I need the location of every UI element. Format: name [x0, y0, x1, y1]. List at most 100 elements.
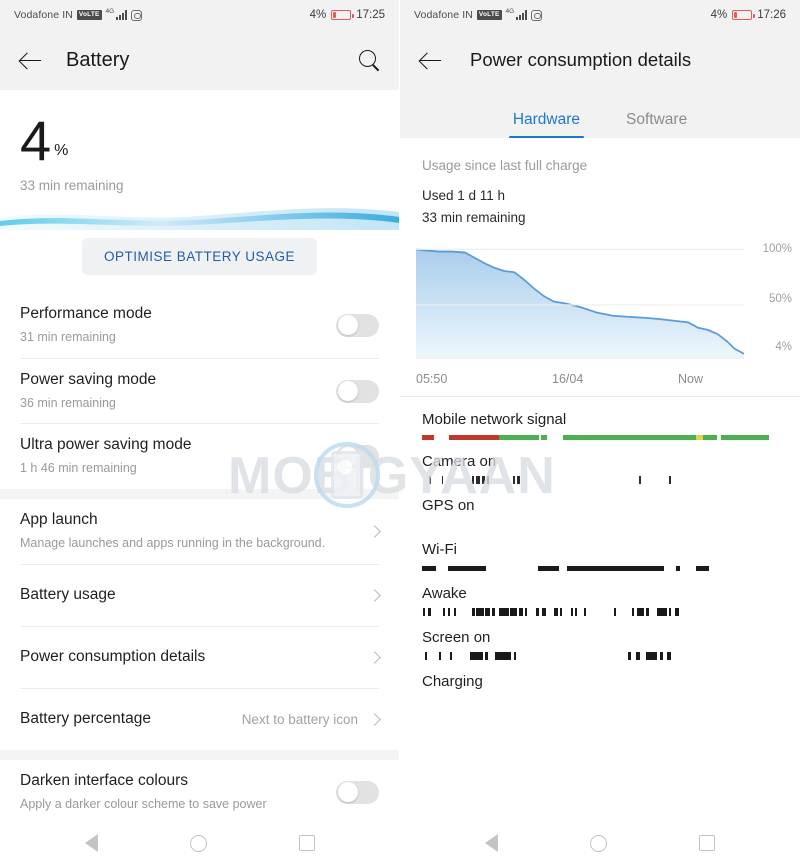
timeline-segment	[721, 435, 770, 441]
timeline-segment	[441, 476, 444, 485]
row-ultra-power-saving-mode[interactable]: Ultra power saving mode 1 h 46 min remai…	[0, 424, 399, 489]
carrier-label: Vodafone IN	[14, 9, 73, 21]
chart-ytick-50: 50%	[768, 293, 792, 306]
timeline-segment	[448, 435, 499, 441]
row-title: Darken interface colours	[20, 771, 188, 789]
row-title: Battery usage	[20, 585, 116, 603]
darken-interface-toggle[interactable]	[336, 780, 379, 804]
row-title: Performance mode	[20, 305, 152, 322]
timeline-segment	[485, 608, 491, 617]
timeline-segment	[498, 608, 510, 617]
battery-percent-label: 4%	[309, 9, 327, 21]
timeline-segment	[525, 608, 528, 617]
clock-label: 17:25	[356, 9, 385, 21]
signal-bars-icon	[516, 10, 528, 20]
timeline-segment	[632, 608, 635, 617]
timeline-segment	[510, 608, 518, 617]
search-icon[interactable]	[357, 48, 381, 72]
timeline-segment	[562, 435, 697, 441]
timeline-segment	[450, 652, 453, 661]
chart-xtick-start: 05:50	[416, 372, 448, 387]
battery-icon	[331, 10, 354, 20]
optimise-battery-usage-button[interactable]: OPTIMISE BATTERY USAGE	[81, 238, 318, 275]
timeline-segment	[454, 608, 456, 617]
hardware-row-label: Screen on	[422, 629, 491, 647]
row-subtitle: 31 min remaining	[20, 329, 116, 344]
chevron-right-icon	[368, 524, 381, 538]
nav-home-icon[interactable]	[590, 834, 607, 852]
timeline-segment	[494, 652, 511, 661]
hardware-row-label: Wi-Fi	[422, 541, 457, 559]
battery-links-group: App launch Manage launches and apps runn…	[0, 499, 399, 750]
chart-xtick-now: Now	[678, 372, 704, 387]
timeline-segment	[486, 476, 489, 485]
timeline-segment	[443, 608, 446, 617]
status-bar-left: Vodafone IN VoLTE 4G	[414, 8, 543, 21]
row-app-launch[interactable]: App launch Manage launches and apps runn…	[0, 499, 399, 564]
row-darken-interface-colours[interactable]: Darken interface colours Apply a darker …	[0, 760, 399, 825]
hardware-row-track	[422, 434, 778, 441]
network-type-label: 4G	[105, 7, 115, 15]
dual-screenshot-container: Vodafone IN VoLTE 4G 4% 17:25 Battery 4 …	[0, 0, 800, 867]
row-title: Ultra power saving mode	[20, 436, 192, 454]
battery-chart-svg	[416, 248, 744, 359]
battery-percent-label: 4%	[710, 9, 728, 21]
timeline-segment	[570, 608, 573, 617]
nav-home-icon[interactable]	[190, 834, 207, 852]
chart-xtick-mid: 16/04	[552, 372, 584, 387]
battery-settings-screen: Vodafone IN VoLTE 4G 4% 17:25 Battery 4 …	[0, 0, 400, 867]
hardware-row-charging: Charging	[422, 673, 778, 705]
nav-back-icon[interactable]	[85, 834, 98, 852]
chevron-right-icon	[368, 588, 381, 602]
performance-mode-toggle[interactable]	[336, 313, 379, 337]
chart-ytick-4: 4%	[775, 341, 792, 354]
timeline-segment	[567, 566, 665, 572]
timeline-segment	[535, 608, 540, 617]
timeline-segment	[554, 608, 558, 617]
timeline-segment	[429, 476, 432, 485]
power-saving-mode-toggle[interactable]	[336, 379, 379, 403]
battery-icon	[732, 10, 755, 20]
timeline-segment	[423, 608, 425, 617]
row-subtitle: 1 h 46 min remaining	[20, 461, 137, 476]
battery-level-hero: 4 % 33 min remaining	[0, 90, 399, 200]
timeline-segment	[518, 608, 524, 617]
tab-software[interactable]: Software	[626, 111, 687, 138]
timeline-segment	[639, 476, 642, 485]
app-bar: Battery	[0, 30, 399, 90]
back-arrow-icon[interactable]	[18, 47, 44, 73]
row-battery-usage[interactable]: Battery usage	[0, 565, 399, 626]
battery-remaining-label: 33 min remaining	[20, 178, 124, 194]
nav-recent-icon[interactable]	[299, 835, 315, 851]
row-subtitle: Manage launches and apps running in the …	[20, 535, 326, 550]
timeline-segment	[498, 435, 540, 441]
timeline-segment	[666, 652, 672, 661]
nav-recent-icon[interactable]	[699, 835, 715, 851]
timeline-segment	[537, 566, 560, 572]
row-title: App launch	[20, 511, 98, 529]
section-separator	[0, 749, 399, 760]
tab-hardware[interactable]: Hardware	[508, 111, 585, 139]
timeline-segment	[575, 608, 577, 617]
row-power-consumption-details[interactable]: Power consumption details	[0, 627, 399, 688]
row-battery-percentage[interactable]: Battery percentage Next to battery icon	[0, 689, 399, 750]
back-arrow-icon[interactable]	[418, 47, 444, 73]
timeline-segment	[447, 608, 450, 617]
row-title: Power saving mode	[20, 370, 157, 388]
hardware-row-track	[422, 652, 778, 661]
ultra-power-saving-mode-toggle[interactable]	[336, 445, 379, 469]
row-power-saving-mode[interactable]: Power saving mode 36 min remaining	[0, 359, 399, 424]
status-bar-right: 4% 17:25	[310, 9, 385, 21]
page-title: Power consumption details	[470, 49, 692, 70]
power-consumption-details-screen: Vodafone IN VoLTE 4G 4% 17:26 Power cons…	[400, 0, 800, 867]
row-performance-mode[interactable]: Performance mode 31 min remaining	[0, 293, 399, 358]
timeline-segment	[646, 652, 657, 661]
hardware-row-track	[422, 608, 778, 617]
volte-icon: VoLTE	[76, 10, 102, 20]
nav-back-icon[interactable]	[485, 834, 498, 852]
row-value: Next to battery icon	[241, 711, 358, 727]
hardware-row-label: Awake	[422, 585, 467, 603]
usage-remaining-label: 33 min remaining	[422, 209, 526, 225]
timeline-segment	[541, 435, 547, 441]
hardware-row-gps-on: GPS on	[422, 497, 778, 529]
